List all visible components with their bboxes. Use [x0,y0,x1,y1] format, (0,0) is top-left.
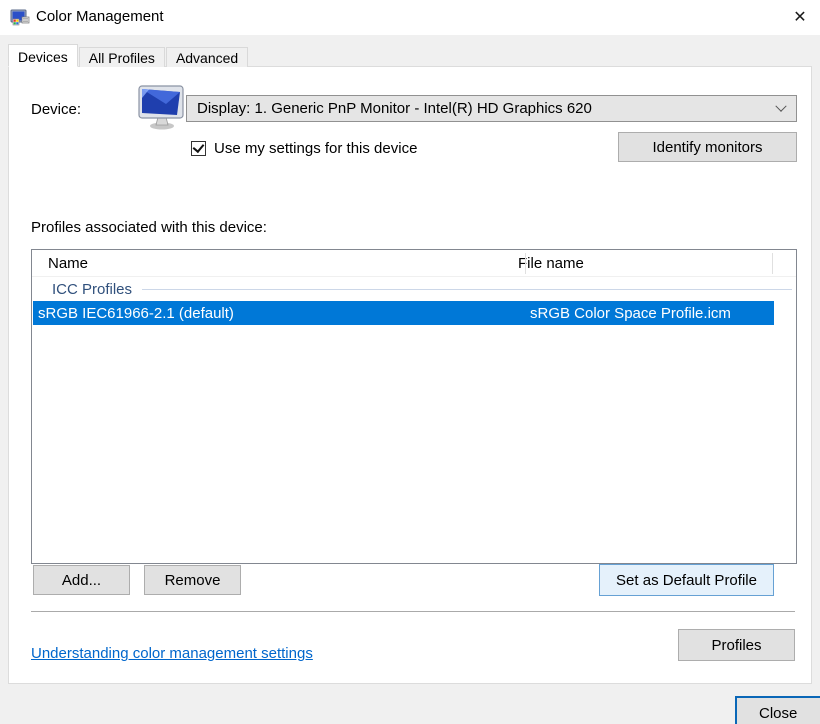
profiles-list-header: Name File name [32,250,796,277]
device-select-value: Display: 1. Generic PnP Monitor - Intel(… [197,100,592,117]
checkmark-icon [192,140,205,154]
device-select[interactable]: Display: 1. Generic PnP Monitor - Intel(… [186,95,797,122]
tab-advanced[interactable]: Advanced [165,47,249,67]
use-my-settings-row: Use my settings for this device [191,140,417,157]
use-my-settings-label: Use my settings for this device [214,140,418,157]
profile-row-selected[interactable]: sRGB IEC61966-2.1 (default) sRGB Color S… [33,301,774,325]
profiles-button[interactable]: Profiles [678,629,795,661]
close-icon[interactable]: ✕ [786,4,814,30]
remove-button[interactable]: Remove [144,565,241,595]
identify-monitors-button[interactable]: Identify monitors [618,132,797,162]
section-divider [31,611,795,612]
profiles-list[interactable]: Name File name ICC Profiles sRGB IEC6196… [31,249,797,564]
icc-profiles-group-row: ICC Profiles [32,277,796,301]
column-header-name[interactable]: Name [32,255,509,272]
icc-profiles-group-label: ICC Profiles [52,280,133,298]
column-separator [772,253,773,274]
monitor-icon [138,85,184,130]
close-button[interactable]: Close [735,696,820,724]
column-separator [525,253,526,274]
titlebar: Color Management ✕ [0,0,820,35]
device-label: Device: [31,101,82,118]
window-title: Color Management [36,8,164,25]
use-my-settings-checkbox[interactable] [191,140,206,156]
devices-tab-page: Device: Display: 1. Generic PnP Monitor … [8,66,812,684]
understanding-color-management-link[interactable]: Understanding color management settings [31,645,313,662]
group-divider-line [142,288,792,290]
chevron-down-icon [766,96,796,121]
tab-strip: Devices All Profiles Advanced [8,44,249,67]
tab-devices[interactable]: Devices [8,44,78,67]
set-as-default-profile-button[interactable]: Set as Default Profile [599,564,774,596]
app-icon [10,9,30,26]
column-header-file-name[interactable]: File name [509,255,584,272]
color-management-dialog: Color Management ✕ Devices All Profiles … [0,0,820,724]
profiles-associated-label: Profiles associated with this device: [31,219,267,236]
profile-file-cell: sRGB Color Space Profile.icm [530,304,731,322]
add-button[interactable]: Add... [33,565,130,595]
profile-name-cell: sRGB IEC61966-2.1 (default) [38,304,234,322]
tab-all-profiles[interactable]: All Profiles [78,47,165,67]
